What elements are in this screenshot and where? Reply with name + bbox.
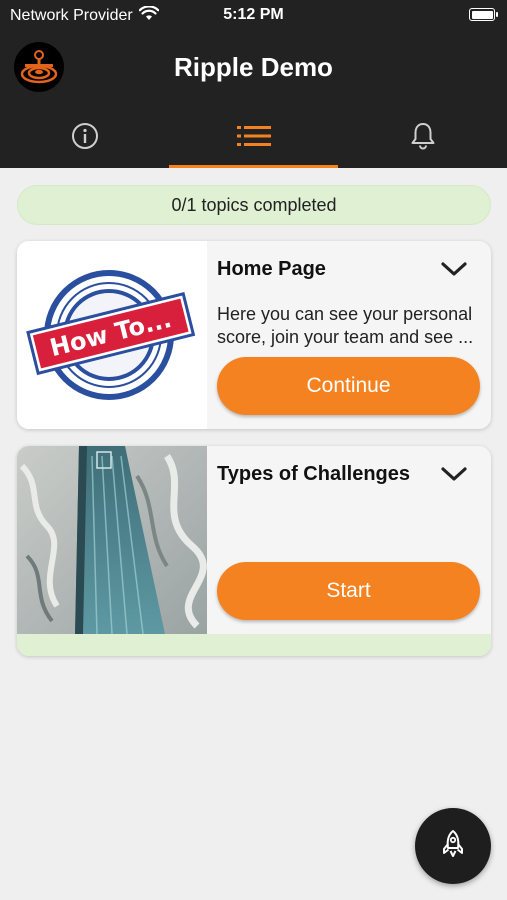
continue-button[interactable]: Continue [217, 357, 480, 415]
topic-image-skyscraper [17, 446, 207, 635]
topic-title: Home Page [217, 258, 326, 280]
topic-card-home-page[interactable]: How To... Home Page Here you can see you… [17, 241, 491, 429]
rocket-icon [440, 829, 466, 864]
status-bar: Network Provider 5:12 PM [0, 0, 507, 30]
topic-image-how-to: How To... [17, 241, 207, 429]
info-icon [71, 122, 99, 155]
tab-bar [0, 108, 507, 168]
tab-notifications[interactable] [338, 108, 507, 168]
topic-description-line: Here you can see your personal [217, 304, 473, 324]
progress-label: 0/1 topics completed [171, 194, 337, 215]
topic-description-line: score, join your team and see ... [217, 327, 474, 347]
status-time: 5:12 PM [223, 6, 284, 23]
topic-card-types-of-challenges[interactable]: Types of Challenges Start [17, 446, 491, 656]
progress-summary: 0/1 topics completed [17, 185, 491, 225]
tab-topics[interactable] [169, 108, 338, 168]
rocket-fab-button[interactable] [415, 808, 491, 884]
start-button[interactable]: Start [217, 562, 480, 620]
card-progress-strip [17, 634, 491, 656]
page-title: Ripple Demo [174, 52, 333, 82]
battery-icon [469, 8, 498, 21]
topic-title: Types of Challenges [217, 463, 411, 485]
tab-info[interactable] [0, 108, 169, 168]
chevron-down-icon[interactable] [439, 462, 469, 486]
list-icon [236, 125, 271, 152]
chevron-down-icon[interactable] [439, 257, 469, 281]
app-header: Network Provider 5:12 PM Ripple Demo [0, 0, 507, 168]
bell-icon [410, 122, 436, 155]
topic-description: Here you can see your personal score, jo… [217, 303, 483, 349]
